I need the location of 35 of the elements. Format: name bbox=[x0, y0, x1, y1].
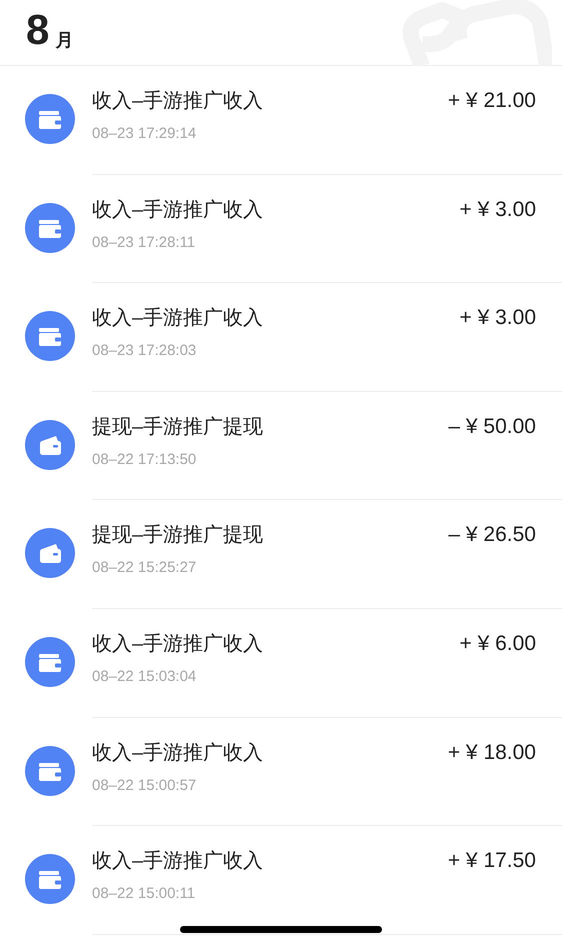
transaction-amount: + ¥ 3.00 bbox=[460, 305, 536, 332]
transaction-amount: – ¥ 26.50 bbox=[448, 522, 536, 548]
transaction-time: 08–22 17:13:50 bbox=[92, 450, 196, 470]
wallet-icon bbox=[25, 311, 75, 362]
transaction-title: 收入–手游推广收入 bbox=[92, 89, 264, 114]
wallet-icon bbox=[25, 854, 75, 904]
home-indicator[interactable] bbox=[180, 926, 382, 933]
wallet-icon bbox=[25, 420, 75, 470]
month-number: 8 bbox=[26, 9, 50, 51]
wallet-icon bbox=[25, 636, 75, 687]
transaction-time: 08–22 15:00:57 bbox=[92, 776, 196, 796]
transaction-time: 08–22 15:03:04 bbox=[92, 666, 196, 687]
transaction-time: 08–22 15:00:11 bbox=[92, 884, 196, 904]
transaction-amount: + ¥ 18.00 bbox=[448, 740, 536, 766]
transaction-title: 收入–手游推广收入 bbox=[92, 849, 264, 874]
wallet-icon bbox=[25, 746, 75, 796]
transaction-amount: + ¥ 21.00 bbox=[448, 88, 536, 114]
wallet-icon bbox=[25, 528, 75, 578]
transaction-time: 08–23 17:28:03 bbox=[92, 341, 196, 362]
transaction-amount: + ¥ 3.00 bbox=[460, 196, 536, 223]
month-unit: 月 bbox=[55, 31, 74, 51]
transaction-time: 08–22 15:25:27 bbox=[92, 558, 196, 578]
transaction-time: 08–23 17:29:14 bbox=[92, 124, 196, 144]
transaction-time: 08–23 17:28:11 bbox=[92, 232, 196, 253]
transaction-title: 提现–手游推广提现 bbox=[92, 523, 264, 548]
transaction-amount: + ¥ 6.00 bbox=[460, 630, 536, 657]
transaction-amount: + ¥ 17.50 bbox=[448, 848, 536, 874]
transaction-title: 提现–手游推广提现 bbox=[92, 414, 264, 440]
transaction-amount: – ¥ 50.00 bbox=[448, 414, 536, 440]
transaction-title: 收入–手游推广收入 bbox=[92, 740, 264, 766]
wallet-icon bbox=[25, 94, 75, 144]
wallet-icon bbox=[25, 202, 75, 253]
transaction-title: 收入–手游推广收入 bbox=[92, 306, 264, 332]
transaction-title: 收入–手游推广收入 bbox=[92, 198, 264, 223]
transaction-title: 收入–手游推广收入 bbox=[92, 632, 264, 657]
